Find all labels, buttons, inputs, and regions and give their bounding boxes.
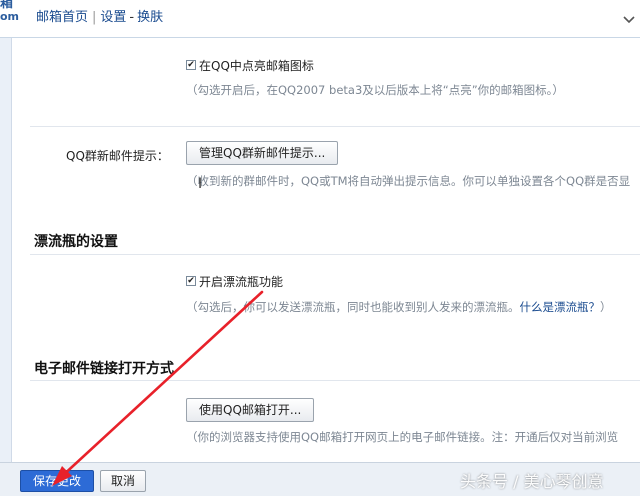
section-divider	[30, 380, 640, 381]
qq-icon-checkbox-label: 在QQ中点亮邮箱图标	[199, 59, 314, 73]
qq-icon-checkbox[interactable]: ✔	[186, 60, 196, 70]
section-divider	[30, 254, 640, 255]
logo-line1: 箱	[0, 0, 14, 11]
nav-settings-link[interactable]: 设置	[100, 10, 126, 25]
email-link-section-title: 电子邮件链接打开方式	[34, 361, 174, 377]
top-header: 箱 om 邮箱首页 | 设置 - 换肤	[0, 0, 640, 38]
manage-group-mail-button[interactable]: 管理QQ群新邮件提示...	[186, 141, 339, 165]
row-divider	[30, 126, 640, 127]
drift-bottle-checkbox[interactable]: ✔	[186, 276, 196, 286]
drift-bottle-section-title: 漂流瓶的设置	[34, 234, 118, 250]
save-changes-button[interactable]: 保存更改	[20, 470, 94, 492]
text-cursor-icon: I	[198, 176, 203, 192]
top-nav: 邮箱首页 | 设置 - 换肤	[36, 6, 163, 25]
nav-separator: |	[92, 10, 97, 25]
nav-skin-link[interactable]: 换肤	[137, 10, 163, 25]
drift-bottle-hint: （勾选后，你可以发送漂流瓶，同时也能收到别人发来的漂流瓶。什么是漂流瓶？）	[186, 299, 612, 315]
logo-line2: om	[0, 10, 20, 23]
nav-mail-home-link[interactable]: 邮箱首页	[36, 10, 88, 25]
header-expand-icon[interactable]	[622, 12, 640, 30]
watermark-text: 头条号 / 美心琴创意	[460, 472, 604, 491]
settings-panel: ✔ 在QQ中点亮邮箱图标 （勾选开启后，在QQ2007 beta3及以后版本上将…	[12, 38, 640, 462]
open-with-qq-mail-button[interactable]: 使用QQ邮箱打开...	[186, 398, 315, 422]
group-mail-hint: （收到新的群邮件时，QQ或TM将自动弹出提示信息。你可以单独设置各个QQ群是否显	[186, 174, 631, 188]
group-mail-label: QQ群新邮件提示：	[66, 149, 169, 163]
mail-logo[interactable]: 箱 om	[0, 0, 19, 23]
nav-dash: -	[129, 10, 135, 25]
cancel-button[interactable]: 取消	[100, 470, 146, 492]
what-is-drift-bottle-link[interactable]: 什么是漂流瓶？	[520, 300, 601, 314]
qq-icon-hint: （勾选开启后，在QQ2007 beta3及以后版本上将“点亮”你的邮箱图标。）	[186, 83, 564, 97]
drift-bottle-hint-end: ）	[600, 300, 612, 314]
email-link-hint: （你的浏览器支持使用QQ邮箱打开网页上的电子邮件链接。注：开通后仅对当前浏览	[186, 430, 619, 444]
drift-bottle-hint-text: （勾选后，你可以发送漂流瓶，同时也能收到别人发来的漂流瓶。	[186, 300, 520, 314]
drift-bottle-checkbox-label: 开启漂流瓶功能	[199, 275, 284, 289]
left-sidebar	[0, 38, 12, 462]
